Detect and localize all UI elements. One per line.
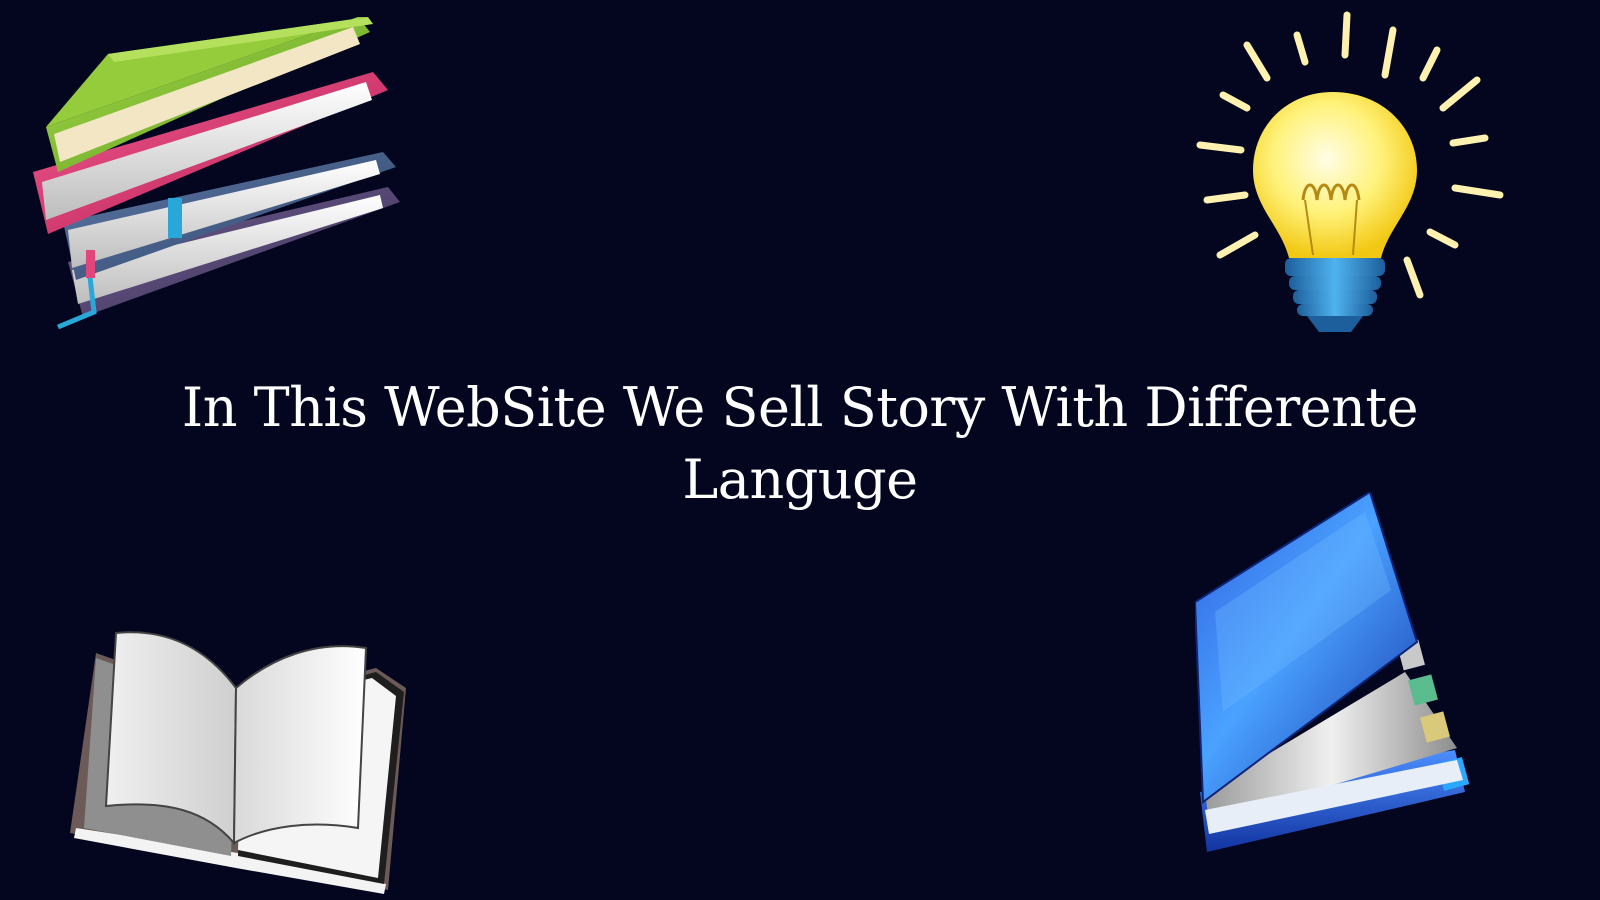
stacked-books-icon: [33, 17, 400, 330]
lightbulb-icon: [1196, 11, 1504, 332]
open-book-icon: [70, 631, 406, 894]
hero-page: In This WebSite We Sell Story With Diffe…: [0, 0, 1600, 900]
blue-book-icon: [1195, 492, 1470, 852]
